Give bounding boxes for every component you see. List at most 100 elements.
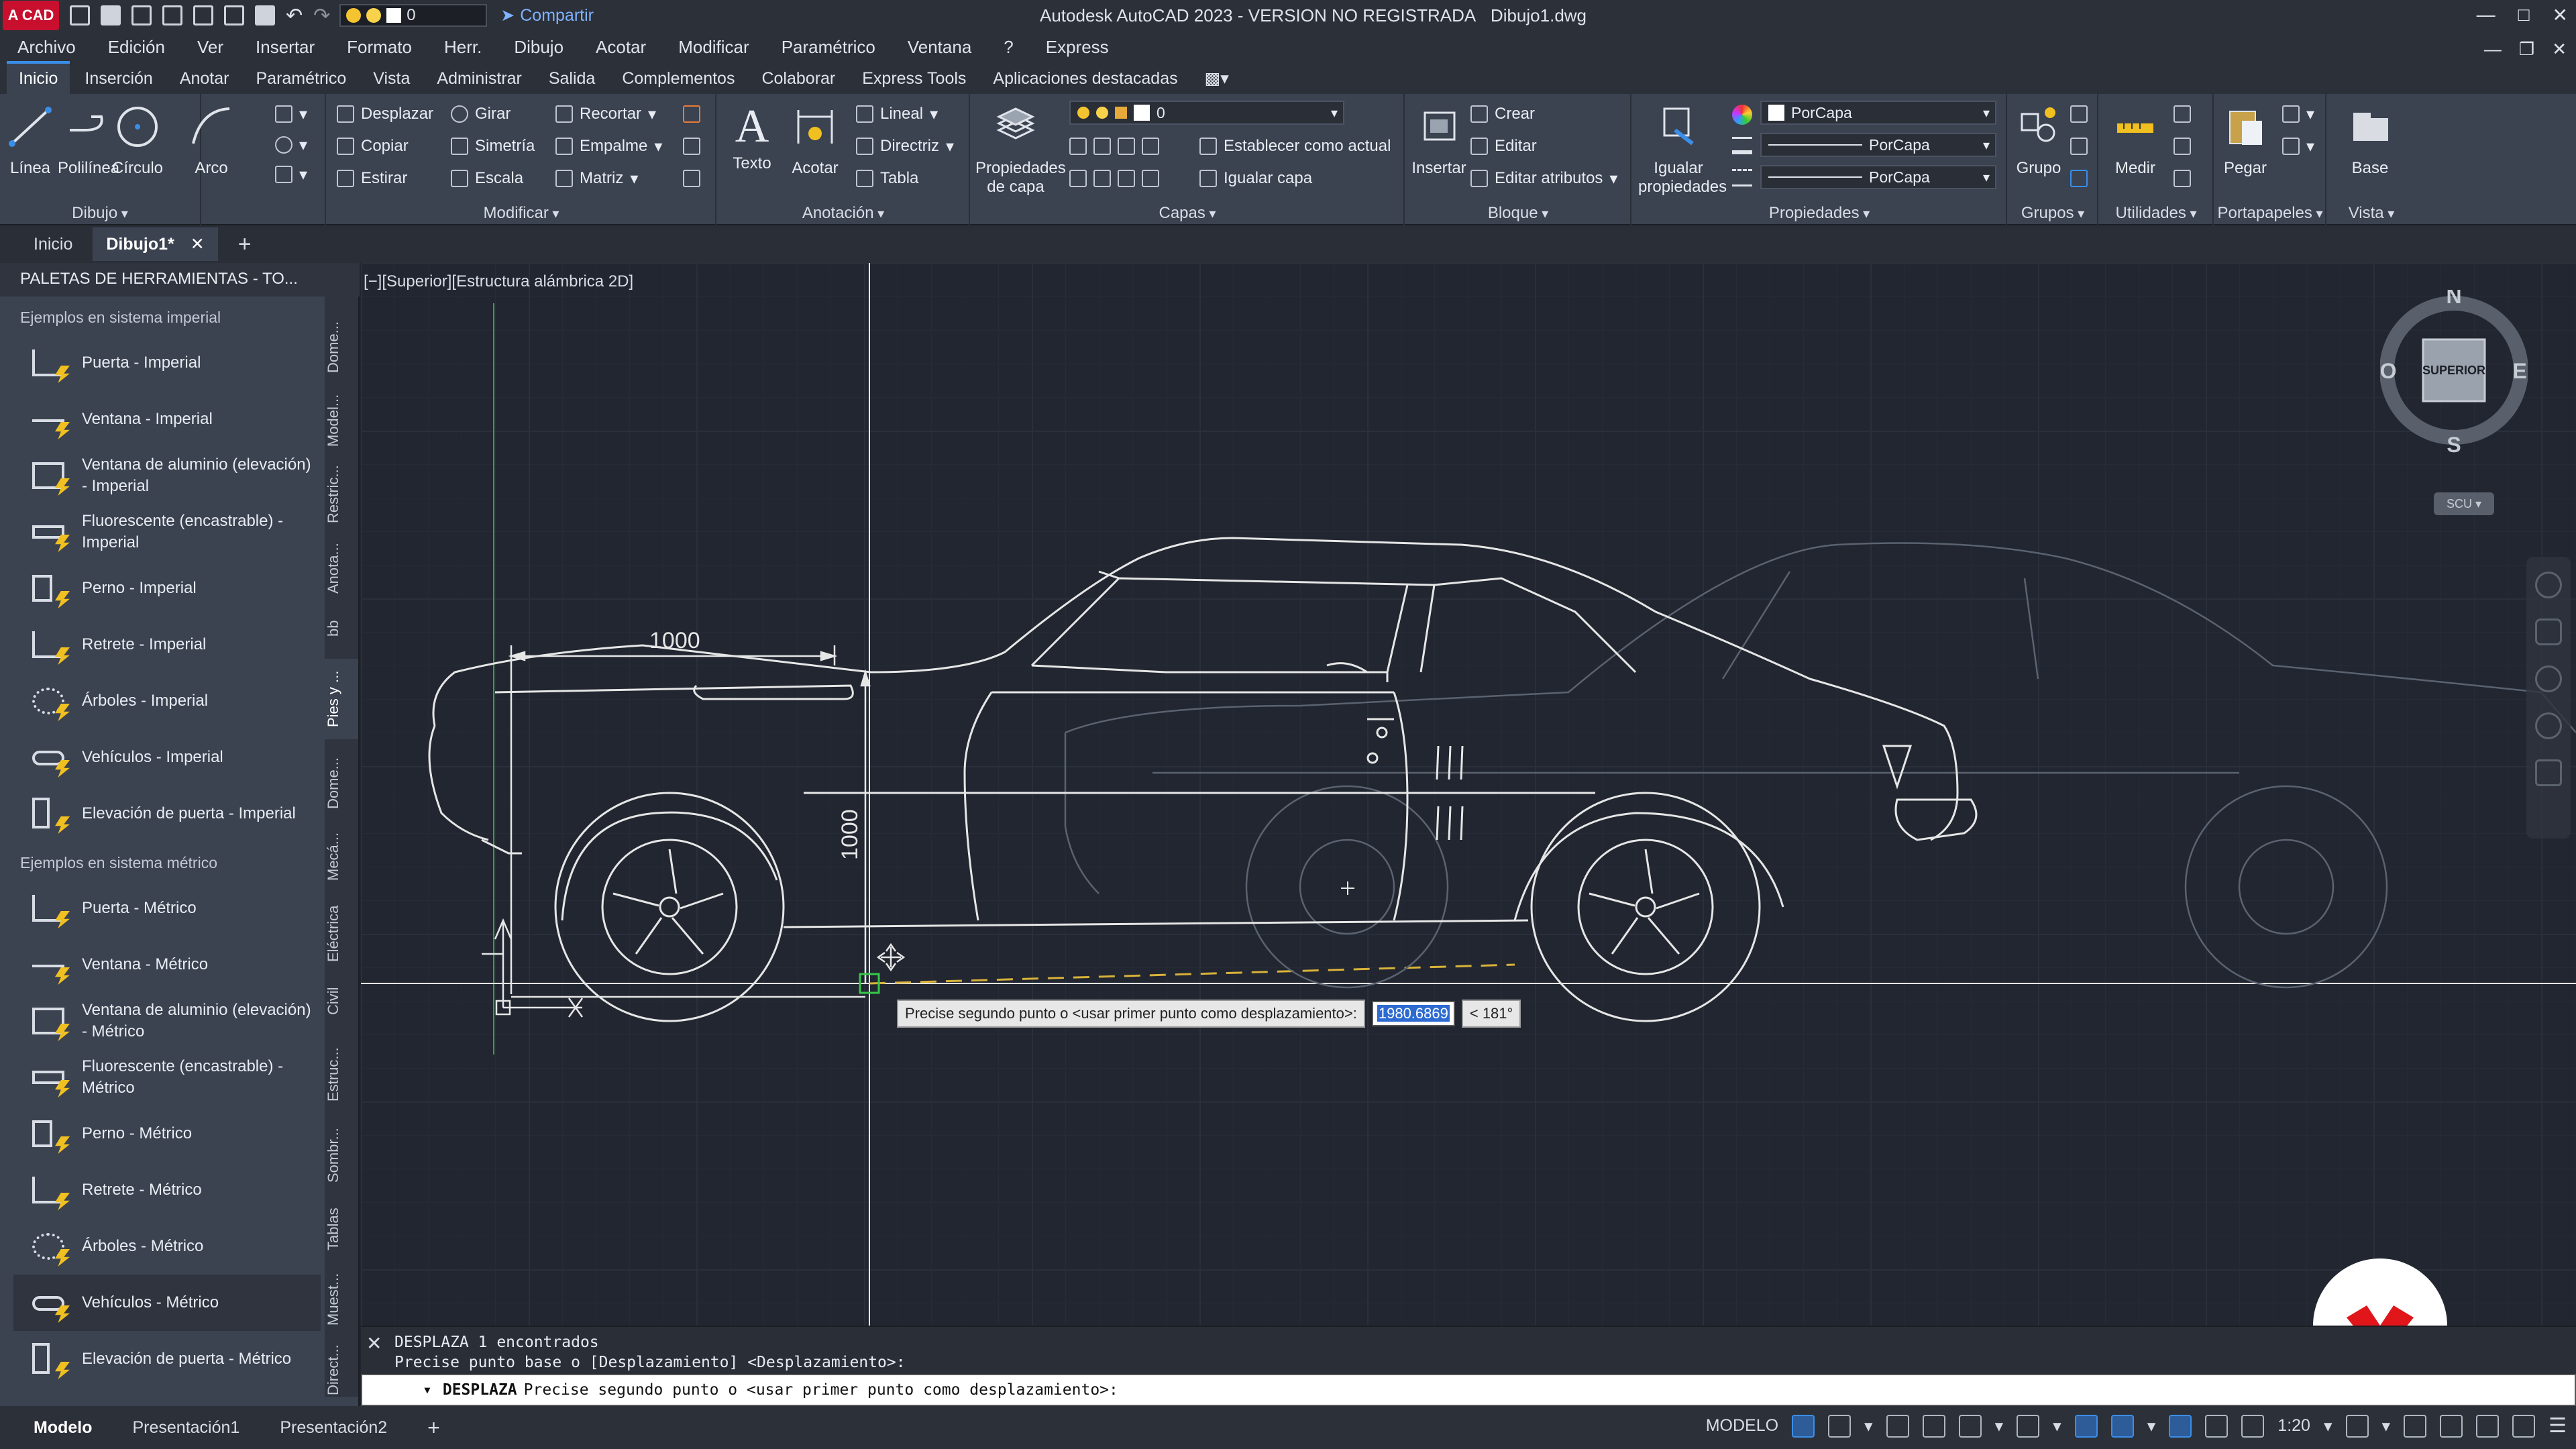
- menu-ventana[interactable]: Ventana: [908, 37, 971, 58]
- measure-button[interactable]: Medir: [2105, 103, 2165, 178]
- ribbon-options-icon[interactable]: ▩▾: [1193, 63, 1241, 94]
- share-button[interactable]: ➤ Compartir: [500, 5, 594, 25]
- panel-grupos-title[interactable]: Grupos: [2008, 204, 2097, 223]
- group-edit-button[interactable]: [2070, 133, 2088, 160]
- undo-icon[interactable]: ↶: [286, 4, 303, 28]
- command-recent-icon[interactable]: ▾: [423, 1381, 432, 1399]
- cloud-open-icon[interactable]: [193, 5, 213, 25]
- palette-tab[interactable]: Civil: [325, 974, 358, 1028]
- move-button[interactable]: Desplazar: [337, 101, 433, 127]
- palette-title[interactable]: PALETAS DE HERRAMIENTAS - TO...: [0, 263, 360, 297]
- menu-archivo[interactable]: Archivo: [17, 37, 76, 58]
- array-button[interactable]: Matriz ▾: [555, 165, 638, 192]
- isodraft-icon[interactable]: [2074, 1414, 2098, 1438]
- palette-item-ventana-metrico[interactable]: Ventana - Métrico: [13, 936, 321, 993]
- trim-button[interactable]: Recortar ▾: [555, 101, 656, 127]
- annotation-scale-icon[interactable]: [2241, 1414, 2265, 1438]
- layout-tab-presentacion1[interactable]: Presentación1: [113, 1418, 260, 1438]
- polar-icon[interactable]: [2017, 1414, 2040, 1438]
- menu-herr[interactable]: Herr.: [444, 37, 482, 58]
- paste-button[interactable]: Pegar: [2215, 103, 2275, 178]
- copy-clip-button[interactable]: ▾: [2282, 133, 2314, 160]
- new-tab-icon[interactable]: +: [225, 225, 265, 264]
- annotation-scale-auto-icon[interactable]: [2205, 1414, 2229, 1438]
- fillet-button[interactable]: Empalme ▾: [555, 133, 662, 160]
- customization-menu-icon[interactable]: ☰: [2548, 1414, 2567, 1438]
- linetype-dropdown[interactable]: PorCapa: [1760, 165, 1996, 189]
- ucs-menu-button[interactable]: SCU ▾: [2434, 492, 2494, 515]
- calculator-button[interactable]: [2174, 165, 2191, 192]
- snap-icon[interactable]: [1828, 1414, 1851, 1438]
- palette-item-ventana-imperial[interactable]: Ventana - Imperial: [13, 391, 321, 447]
- palette-tab[interactable]: Sombr...: [325, 1115, 358, 1195]
- group-select-button[interactable]: [2070, 165, 2088, 192]
- palette-tab[interactable]: bb: [325, 605, 358, 652]
- cloud-save-icon[interactable]: [224, 5, 244, 25]
- orbit-icon[interactable]: [2535, 712, 2562, 739]
- panel-anotacion-title[interactable]: Anotación: [718, 204, 969, 223]
- palette-item-retrete-metrico[interactable]: Retrete - Métrico: [13, 1162, 321, 1218]
- dynamic-input-distance[interactable]: 1980.6869: [1371, 1001, 1455, 1026]
- circle-button[interactable]: Círculo: [107, 103, 168, 178]
- viewcube-face-label[interactable]: SUPERIOR: [2422, 364, 2485, 377]
- menu-insertar[interactable]: Insertar: [256, 37, 315, 58]
- ungroup-button[interactable]: [2070, 101, 2088, 127]
- menu-modificar[interactable]: Modificar: [678, 37, 749, 58]
- new-file-icon[interactable]: [70, 5, 90, 25]
- doc-tab-dibujo1[interactable]: Dibujo1* ✕: [93, 227, 218, 261]
- clean-screen-icon[interactable]: [2512, 1414, 2536, 1438]
- layer-lock-tool-icon[interactable]: [1142, 138, 1159, 155]
- panel-portapapeles-title[interactable]: Portapapeles: [2215, 204, 2325, 223]
- doc-close-icon[interactable]: ✕: [2552, 39, 2567, 60]
- minimize-icon[interactable]: —: [2477, 4, 2496, 26]
- rotate-button[interactable]: Girar: [451, 101, 511, 127]
- menu-ver[interactable]: Ver: [197, 37, 223, 58]
- tab-colaborar[interactable]: Colaborar: [749, 64, 847, 94]
- close-icon[interactable]: ✕: [2553, 4, 2568, 26]
- copy-button[interactable]: Copiar: [337, 133, 409, 160]
- annotation-visibility-icon[interactable]: [2169, 1414, 2192, 1438]
- save-as-icon[interactable]: [162, 5, 182, 25]
- panel-utilidades-title[interactable]: Utilidades: [2100, 204, 2212, 223]
- layer-isolate-icon[interactable]: [1093, 138, 1111, 155]
- viewcube[interactable]: SUPERIOR N S E O: [2380, 290, 2528, 464]
- layer-dropdown[interactable]: 0: [1069, 101, 1344, 125]
- hatch-tool[interactable]: ▾: [275, 131, 307, 158]
- drawing-viewport[interactable]: [−][Superior][Estructura alámbrica 2D] 1…: [361, 263, 2576, 1326]
- insert-block-button[interactable]: Insertar: [1409, 103, 1469, 178]
- group-button[interactable]: Grupo: [2008, 103, 2069, 178]
- palette-tab[interactable]: Tablas: [325, 1195, 358, 1263]
- palette-tab[interactable]: Direct...: [325, 1336, 358, 1403]
- dynamic-input-angle[interactable]: < 181°: [1461, 1000, 1521, 1028]
- menu-edicion[interactable]: Edición: [108, 37, 165, 58]
- compass-west[interactable]: O: [2380, 359, 2396, 383]
- gradient-tool[interactable]: ▾: [275, 161, 307, 188]
- layer-properties-button[interactable]: Propiedades de capa: [975, 103, 1066, 197]
- panel-vista-title[interactable]: Vista: [2328, 204, 2415, 223]
- pan-icon[interactable]: [2535, 619, 2562, 645]
- cut-button[interactable]: ▾: [2282, 101, 2314, 127]
- redo-icon[interactable]: ↷: [313, 4, 330, 28]
- menu-acotar[interactable]: Acotar: [596, 37, 646, 58]
- make-current-button[interactable]: Establecer como actual: [1199, 133, 1391, 160]
- tab-parametrico[interactable]: Paramétrico: [244, 64, 359, 94]
- zoom-icon[interactable]: [2535, 665, 2562, 692]
- tab-express-tools[interactable]: Express Tools: [850, 64, 978, 94]
- panel-capas-title[interactable]: Capas: [971, 204, 1403, 223]
- save-icon[interactable]: [131, 5, 152, 25]
- create-block-button[interactable]: Crear: [1470, 101, 1535, 127]
- doc-restore-icon[interactable]: ❐: [2519, 39, 2534, 60]
- rectangle-tool[interactable]: ▾: [275, 101, 307, 127]
- edit-block-button[interactable]: Editar: [1470, 133, 1537, 160]
- tab-aplicaciones-destacadas[interactable]: Aplicaciones destacadas: [981, 64, 1189, 94]
- arc-button[interactable]: Arco: [181, 103, 241, 178]
- explode-button[interactable]: [683, 133, 700, 160]
- match-properties-button[interactable]: Igualar propiedades: [1638, 103, 1727, 197]
- isolate-objects-icon[interactable]: [2440, 1414, 2463, 1438]
- layer-freeze-icon[interactable]: [1118, 138, 1135, 155]
- linear-dim-button[interactable]: Lineal ▾: [856, 101, 938, 127]
- menu-help[interactable]: ?: [1004, 37, 1013, 58]
- infer-constraints-icon[interactable]: [1886, 1414, 1909, 1438]
- edit-attributes-button[interactable]: Editar atributos ▾: [1470, 165, 1617, 192]
- palette-item-elevacion-puerta-imperial[interactable]: Elevación de puerta - Imperial: [13, 786, 321, 842]
